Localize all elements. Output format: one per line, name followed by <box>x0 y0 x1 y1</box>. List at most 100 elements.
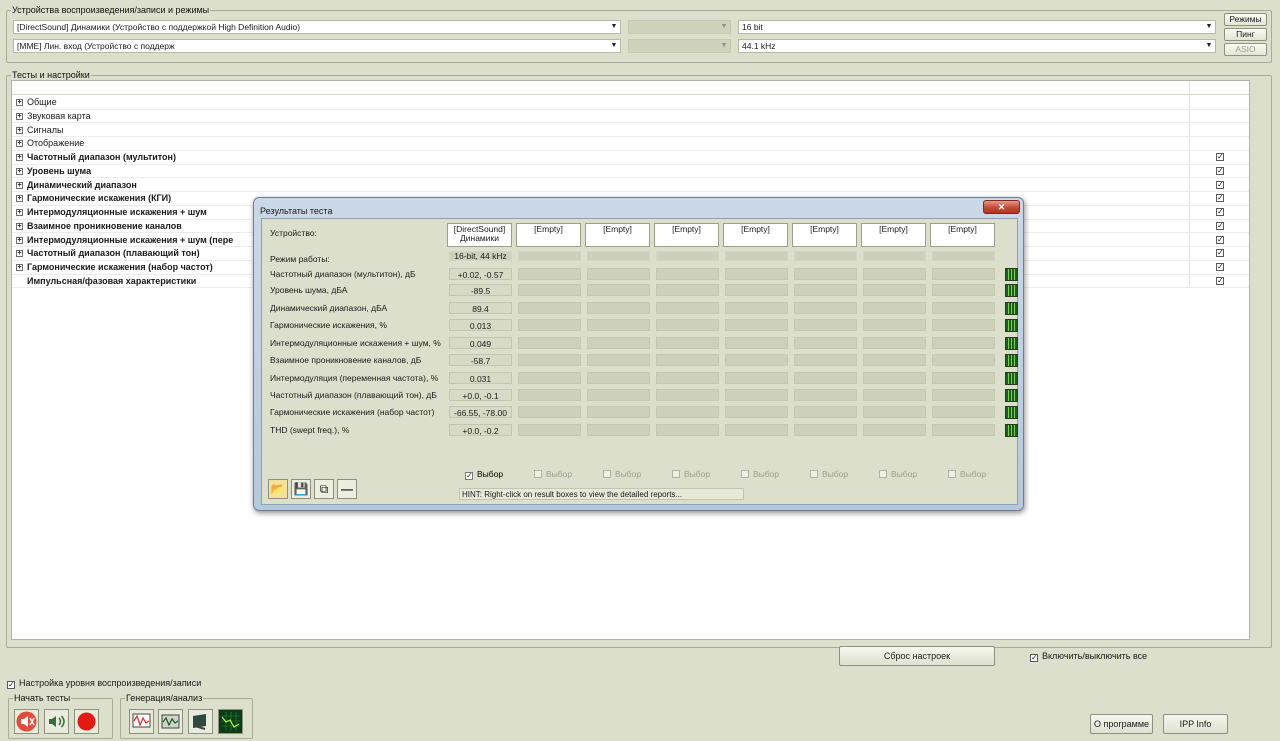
close-button[interactable]: ✕ <box>983 200 1020 214</box>
result-value-box[interactable] <box>932 389 995 401</box>
about-button[interactable]: О программе <box>1090 714 1153 734</box>
report-grid-icon[interactable] <box>1005 389 1018 402</box>
report-grid-icon[interactable] <box>1005 319 1018 332</box>
result-value-box[interactable]: -58.7 <box>449 354 512 366</box>
result-value-box[interactable] <box>587 424 650 436</box>
result-value-box[interactable] <box>587 337 650 349</box>
tree-row[interactable]: + Уровень шума ✓ <box>12 165 1249 179</box>
result-value-box[interactable] <box>725 406 788 418</box>
result-value-box[interactable] <box>518 406 581 418</box>
expand-plus-icon[interactable]: + <box>16 250 23 258</box>
result-value-box[interactable] <box>794 284 857 296</box>
test-enable-checkbox[interactable]: ✓ <box>1216 235 1224 244</box>
result-value-box[interactable] <box>725 424 788 436</box>
expand-plus-icon[interactable]: + <box>16 195 23 203</box>
test-enable-checkbox[interactable]: ✓ <box>1216 276 1224 285</box>
device-column-header[interactable]: [Empty] <box>516 223 581 247</box>
result-value-box[interactable] <box>518 268 581 280</box>
modes-button[interactable]: Режимы <box>1224 13 1267 26</box>
result-value-box[interactable]: -66.55, -78.00 <box>449 406 512 418</box>
sample-rate-select[interactable]: 44.1 kHz ▼ <box>738 39 1216 53</box>
result-value-box[interactable] <box>863 284 926 296</box>
result-value-box[interactable] <box>794 406 857 418</box>
expand-plus-icon[interactable]: + <box>16 167 23 175</box>
result-value-box[interactable] <box>656 406 719 418</box>
toggle-all-checkbox[interactable]: ✓ Включить/выключить все <box>1030 651 1147 662</box>
expand-plus-icon[interactable]: + <box>16 209 23 216</box>
result-value-box[interactable] <box>518 372 581 384</box>
result-value-box[interactable] <box>656 389 719 401</box>
result-value-box[interactable] <box>725 319 788 331</box>
save-icon[interactable]: 💾 <box>291 479 311 499</box>
generator-icon[interactable] <box>129 709 154 734</box>
tree-row[interactable]: + Частотный диапазон (мультитон) ✓ <box>12 151 1249 165</box>
result-value-box[interactable] <box>863 406 926 418</box>
report-grid-icon[interactable] <box>1005 354 1018 367</box>
report-grid-icon[interactable] <box>1005 268 1018 281</box>
result-value-box[interactable] <box>863 337 926 349</box>
result-value-box[interactable] <box>656 372 719 384</box>
result-value-box[interactable] <box>932 337 995 349</box>
result-value-box[interactable] <box>794 372 857 384</box>
result-value-box[interactable] <box>932 319 995 331</box>
result-value-box[interactable] <box>725 268 788 280</box>
bit-depth-select[interactable]: 16 bit ▼ <box>738 20 1216 34</box>
speaker-mute-icon[interactable] <box>14 709 39 734</box>
result-value-box[interactable] <box>863 268 926 280</box>
result-value-box[interactable] <box>794 354 857 366</box>
test-enable-checkbox[interactable]: ✓ <box>1216 194 1224 203</box>
result-value-box[interactable] <box>794 319 857 331</box>
test-enable-checkbox[interactable]: ✓ <box>1216 166 1224 175</box>
test-enable-checkbox[interactable]: ✓ <box>1216 221 1224 230</box>
result-value-box[interactable] <box>863 372 926 384</box>
result-value-box[interactable] <box>725 337 788 349</box>
result-value-box[interactable] <box>794 268 857 280</box>
report-grid-icon[interactable] <box>1005 372 1018 385</box>
result-value-box[interactable] <box>587 372 650 384</box>
result-value-box[interactable] <box>932 268 995 280</box>
result-value-box[interactable] <box>932 424 995 436</box>
device-column-header[interactable]: [DirectSound] Динамики <box>447 223 512 247</box>
result-value-box[interactable] <box>863 354 926 366</box>
result-value-box[interactable] <box>863 424 926 436</box>
result-value-box[interactable] <box>794 389 857 401</box>
result-value-box[interactable]: 0.013 <box>449 319 512 331</box>
open-folder-icon[interactable]: 📂 <box>268 479 288 499</box>
expand-plus-icon[interactable]: + <box>16 112 23 120</box>
result-value-box[interactable] <box>932 354 995 366</box>
result-value-box[interactable] <box>587 302 650 314</box>
result-value-box[interactable]: 0.049 <box>449 337 512 349</box>
report-grid-icon[interactable] <box>1005 424 1018 437</box>
test-enable-checkbox[interactable]: ✓ <box>1216 263 1224 271</box>
result-value-box[interactable] <box>587 319 650 331</box>
playback-device-select[interactable]: [DirectSound] Динамики (Устройство с под… <box>13 20 621 34</box>
test-enable-checkbox[interactable]: ✓ <box>1216 180 1224 189</box>
expand-plus-icon[interactable]: + <box>16 99 23 106</box>
result-value-box[interactable] <box>656 268 719 280</box>
result-value-box[interactable]: -89.5 <box>449 284 512 296</box>
ping-button[interactable]: Пинг <box>1224 28 1267 41</box>
waveform-analyzer-icon[interactable] <box>158 709 183 734</box>
result-value-box[interactable] <box>518 319 581 331</box>
ipp-info-button[interactable]: IPP Info <box>1163 714 1228 734</box>
expand-plus-icon[interactable]: + <box>16 181 23 189</box>
report-grid-icon[interactable] <box>1005 406 1018 419</box>
test-enable-checkbox[interactable]: ✓ <box>1216 249 1224 258</box>
record-icon[interactable] <box>74 709 99 734</box>
result-value-box[interactable] <box>725 354 788 366</box>
result-value-box[interactable] <box>518 354 581 366</box>
result-value-box[interactable] <box>932 406 995 418</box>
result-value-box[interactable] <box>656 354 719 366</box>
spectrum-analyzer-icon[interactable] <box>218 709 243 734</box>
result-value-box[interactable] <box>863 319 926 331</box>
report-grid-icon[interactable] <box>1005 337 1018 350</box>
expand-plus-icon[interactable]: + <box>16 236 23 244</box>
tree-row[interactable]: + Общие <box>12 96 1249 110</box>
tree-row[interactable]: + Отображение <box>12 137 1249 151</box>
recording-device-select[interactable]: [MME] Лин. вход (Устройство с поддерж ▼ <box>13 39 621 53</box>
result-value-box[interactable] <box>863 389 926 401</box>
result-value-box[interactable] <box>725 302 788 314</box>
result-value-box[interactable] <box>518 284 581 296</box>
result-value-box[interactable] <box>518 424 581 436</box>
test-enable-checkbox[interactable]: ✓ <box>1216 153 1224 161</box>
